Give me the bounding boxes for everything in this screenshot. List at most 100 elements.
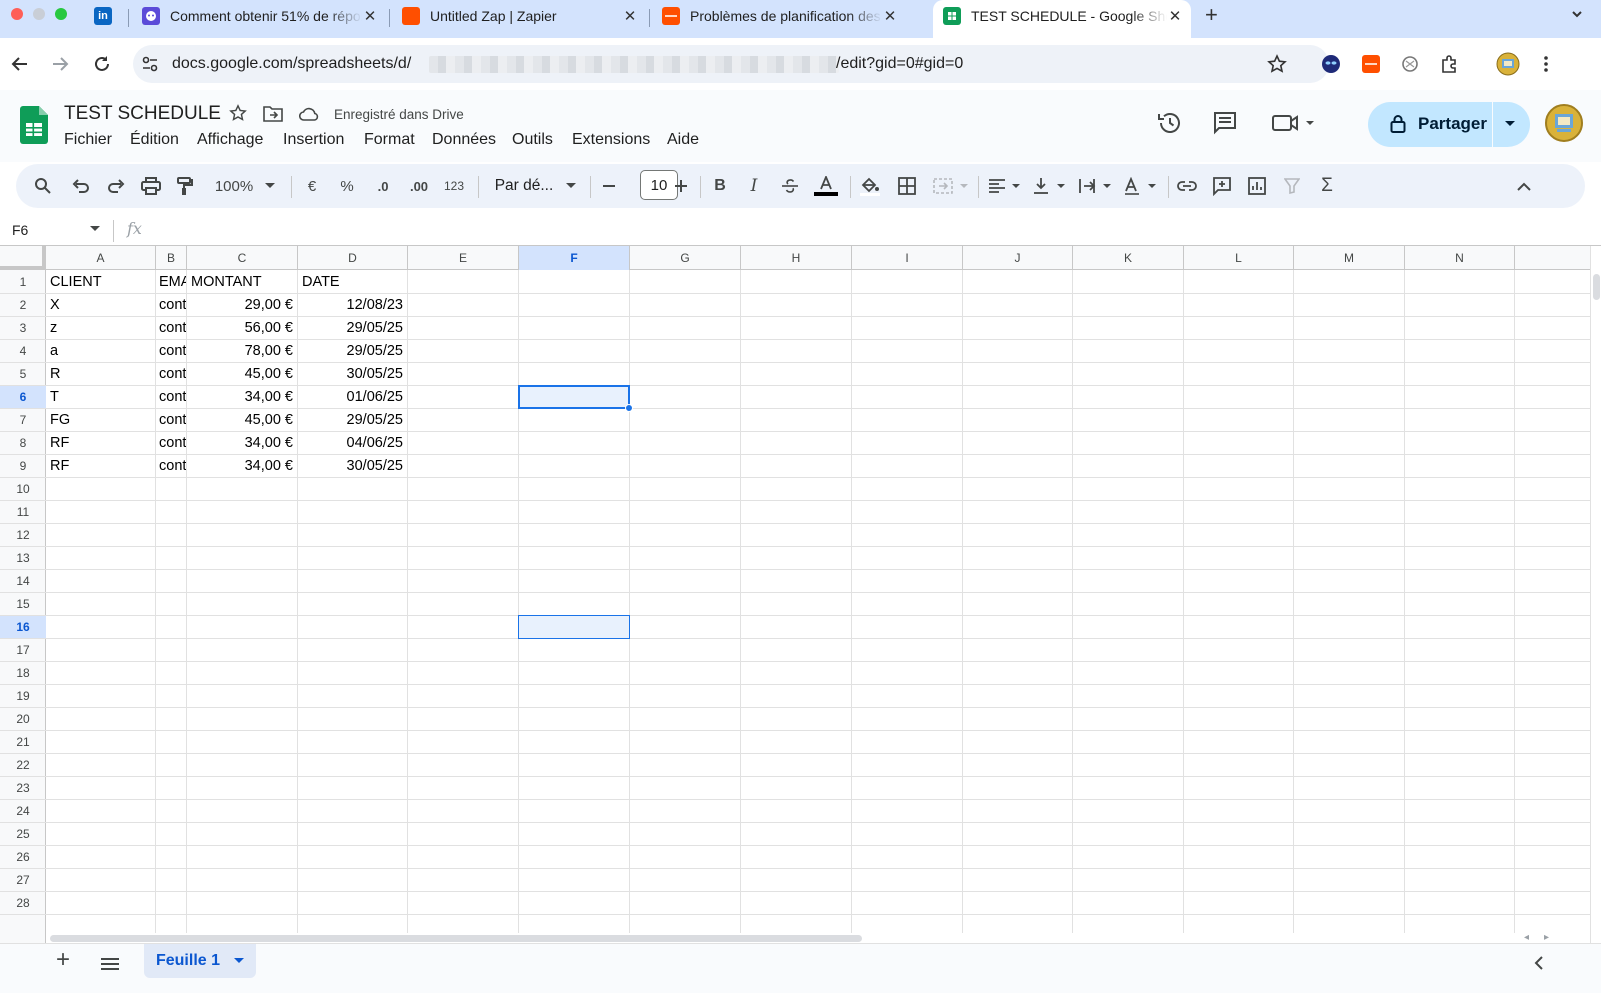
row-header-20[interactable]: 20 [0,708,46,731]
select-all-corner[interactable] [0,246,46,270]
cell-date[interactable]: 29/05/25 [298,317,407,340]
close-tab-icon[interactable]: ✕ [882,7,898,25]
extension-zapier-icon[interactable] [1358,51,1384,77]
row-header-17[interactable]: 17 [0,639,46,662]
minimize-window-button[interactable] [33,8,45,20]
cell-client[interactable]: a [46,340,155,363]
percent-format-button[interactable]: % [338,164,356,208]
column-header-b[interactable]: B [156,246,187,270]
functions-icon[interactable]: Σ [1316,164,1338,208]
row-header-21[interactable]: 21 [0,731,46,754]
cell-header-montant[interactable]: MONTANT [187,270,297,294]
column-header-i[interactable]: I [852,246,963,270]
column-header-k[interactable]: K [1073,246,1184,270]
column-header-f[interactable]: F [519,246,630,270]
account-avatar[interactable] [1545,104,1583,142]
close-tab-icon[interactable]: ✕ [362,7,378,25]
row-header-2[interactable]: 2 [0,294,46,317]
profile-avatar-icon[interactable] [1495,51,1521,77]
tab-search-icon[interactable] [1570,7,1584,21]
row-header-18[interactable]: 18 [0,662,46,685]
font-family-select[interactable]: Par dé... [492,164,556,208]
version-history-icon[interactable] [1157,110,1183,136]
row-header-16[interactable]: 16 [0,616,46,639]
cell-email[interactable]: cont [156,432,186,455]
extension-alien-icon[interactable] [1318,51,1344,77]
sheet-tab-dropdown-icon[interactable] [234,958,245,964]
cell-client[interactable]: R [46,363,155,386]
doc-title[interactable]: TEST SCHEDULE [64,103,221,125]
move-folder-icon[interactable] [263,105,283,122]
extension-openai-icon[interactable] [1397,51,1423,77]
menu-fichier[interactable]: Fichier [64,131,112,149]
zoom-select[interactable]: 100% [212,164,256,208]
row-header-5[interactable]: 5 [0,363,46,386]
font-size-input[interactable]: 10 [640,170,678,200]
strikethrough-icon[interactable] [780,164,800,208]
cell-client[interactable]: z [46,317,155,340]
row-header-27[interactable]: 27 [0,869,46,892]
row-header-9[interactable]: 9 [0,455,46,478]
italic-button[interactable]: I [746,164,762,208]
secondary-cell-selection[interactable] [518,615,630,639]
bookmark-star-icon[interactable] [1267,54,1287,74]
cell-date[interactable]: 12/08/23 [298,294,407,317]
row-header-22[interactable]: 22 [0,754,46,777]
close-tab-icon[interactable]: ✕ [622,7,638,25]
column-header-n[interactable]: N [1405,246,1515,270]
insert-comment-icon[interactable] [1211,164,1233,208]
row-header-3[interactable]: 3 [0,317,46,340]
cell-montant[interactable]: 78,00 € [187,340,297,363]
merge-cells-icon[interactable] [931,164,971,208]
currency-format-button[interactable]: € [304,164,320,208]
text-rotation-icon[interactable] [1122,164,1160,208]
row-header-25[interactable]: 25 [0,823,46,846]
browser-tab-sheets[interactable]: TEST SCHEDULE - Google Sheets ✕ [943,0,1183,31]
row-header-24[interactable]: 24 [0,800,46,823]
column-header-l[interactable]: L [1184,246,1294,270]
comments-icon[interactable] [1212,110,1238,136]
vertical-scrollbar[interactable] [1590,246,1601,943]
star-icon[interactable] [229,104,247,122]
share-button[interactable]: Partager [1368,102,1530,147]
cell-email[interactable]: cont [156,317,186,340]
decrease-decimals-button[interactable]: .0 [372,164,394,208]
meet-video-icon[interactable] [1271,110,1317,136]
close-window-button[interactable] [11,8,23,20]
cell-client[interactable]: X [46,294,155,317]
cell-email[interactable]: cont [156,409,186,432]
increase-font-size-icon[interactable] [674,164,688,208]
row-header-7[interactable]: 7 [0,409,46,432]
browser-tab-chatbot[interactable]: Comment obtenir 51% de réponses ✕ [142,0,378,31]
row-header-26[interactable]: 26 [0,846,46,869]
explore-collapse-icon[interactable] [1534,956,1544,970]
name-box-dropdown-icon[interactable] [90,226,100,232]
cell-email[interactable]: cont [156,340,186,363]
filter-icon[interactable] [1281,164,1303,208]
text-wrapping-icon[interactable] [1077,164,1115,208]
close-tab-icon[interactable]: ✕ [1167,7,1183,25]
browser-tab-linkedin[interactable]: in [94,0,118,31]
decrease-font-size-icon[interactable] [602,164,616,208]
row-header-6[interactable]: 6 [0,386,46,409]
column-header-g[interactable]: G [630,246,741,270]
scroll-right-arrow[interactable]: ▸ [1544,932,1549,943]
horizontal-scrollbar[interactable]: ◂ ▸ [46,932,1590,943]
cell-date[interactable]: 29/05/25 [298,340,407,363]
font-dropdown-icon[interactable] [564,164,578,208]
hide-menus-icon[interactable] [1513,164,1535,208]
new-tab-button[interactable]: + [1205,2,1218,28]
row-header-4[interactable]: 4 [0,340,46,363]
menu-format[interactable]: Format [364,131,415,149]
column-header-d[interactable]: D [298,246,408,270]
spreadsheet-grid[interactable]: ABCDEFGHIJKLMN 1 2 3 4 5 6 7 8 9 10 11 12 13 14 15 16 17… [0,246,1590,943]
scroll-left-arrow[interactable]: ◂ [1524,932,1529,943]
share-dropdown-icon[interactable] [1504,120,1516,128]
menu-aide[interactable]: Aide [667,131,699,149]
row-header-1[interactable]: 1 [0,270,46,294]
horizontal-scroll-thumb[interactable] [50,935,862,942]
column-header-a[interactable]: A [46,246,156,270]
cell-montant[interactable]: 29,00 € [187,294,297,317]
text-color-icon[interactable] [813,164,839,208]
active-cell-selection[interactable] [518,385,630,409]
